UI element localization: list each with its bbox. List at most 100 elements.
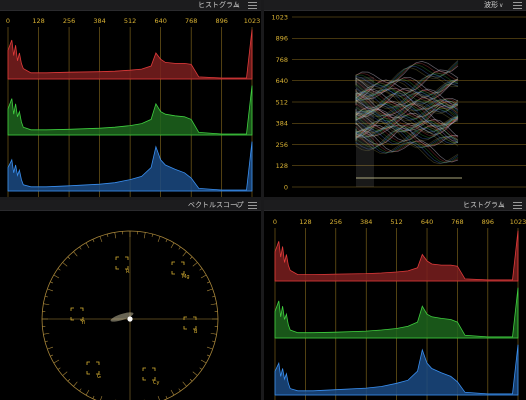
graticule-tick [79,388,82,392]
graticule-tick [100,395,103,400]
graticule-tick [206,281,210,284]
graticule-tick [44,340,48,343]
graticule-tick [47,346,54,350]
menu-icon[interactable] [513,2,522,9]
signal-center [127,316,133,322]
target-box [171,261,185,275]
tick-label: 384 [276,120,288,128]
tick-label: 512 [276,98,288,106]
graticule-tick [212,295,216,298]
graticule-tick [114,232,117,239]
waveform-panel: 波形 ∨ 1023 896 768 640 512 384 256 128 0 [264,0,526,197]
graticule-tick [206,346,213,350]
waveform-band [356,77,374,187]
tick-label: 512 [390,218,402,226]
menu-icon[interactable] [513,202,522,209]
graticule-tick [57,268,61,271]
graticule-tick [165,239,168,243]
target-box [70,307,84,321]
target-box [142,367,156,381]
tick-label: 256 [276,141,288,149]
graticule-tick [170,389,175,396]
tick-label: 768 [185,17,197,25]
target-label: B [194,329,198,335]
graticule-tick [157,236,161,243]
tick-label: 640 [421,218,433,226]
target-label: Cy [153,380,159,386]
histogram-panel-bottom: ヒストグラム ∨ 0 128 256 384 512 640 768 896 1023 [264,200,526,400]
graticule-tick [182,251,187,257]
chevron-down-icon[interactable]: ∨ [499,0,503,11]
graticule-tick [170,242,175,249]
graticule-tick [206,288,213,292]
panel-header: 波形 ∨ [264,0,526,11]
target-label: Mg [182,274,190,280]
menu-icon[interactable] [248,2,257,9]
target-label: G [97,374,101,380]
target-box [86,361,100,375]
tick-label: 896 [482,218,494,226]
graticule-tick [99,236,103,243]
graticule-tick [44,295,48,298]
graticule-tick [178,246,181,250]
graticule-tick [50,354,54,357]
graticule-tick [67,256,71,260]
tick-label: 384 [360,218,372,226]
tick-label: 128 [276,162,288,170]
target-box [115,256,129,270]
target-label: Yl [80,320,85,326]
graticule-tick [57,367,61,370]
graticule-tick [192,371,198,376]
tick-label: 1023 [244,17,261,25]
chevron-down-icon[interactable]: ∨ [500,200,504,211]
graticule-tick [151,233,154,237]
menu-icon[interactable] [248,202,257,209]
chevron-down-icon[interactable]: ∨ [235,200,239,211]
tick-label: 0 [273,218,277,226]
graticule-tick [206,354,210,357]
graticule-tick [53,359,60,364]
vectorscope-chart: R Mg B Cy G Yl [41,230,219,400]
panel-title: 波形 [484,1,498,9]
panel-title: ヒストグラム [198,1,240,9]
graticule-tick [200,274,207,279]
graticule-tick [79,246,82,250]
chevron-down-icon[interactable]: ∨ [235,0,239,11]
graticule-tick [73,251,78,257]
graticule-tick [62,371,68,376]
graticule-tick [43,332,50,335]
histogram-chart: 0 128 256 384 512 640 768 896 1023 [273,218,526,400]
tick-label: 128 [32,17,44,25]
graticule-tick [67,378,71,382]
tick-label: 128 [299,218,311,226]
tick-label: 0 [6,17,10,25]
graticule-tick [92,395,95,399]
graticule-tick [106,233,109,237]
tick-label: 0 [284,183,288,191]
graticule-tick [50,281,54,284]
graticule-tick [53,274,60,279]
graticule-tick [189,378,193,382]
graticule-tick [192,262,198,267]
graticule-tick [212,340,216,343]
tick-label: 512 [124,17,136,25]
tick-label: 256 [330,218,342,226]
graticule-tick [210,332,217,335]
tick-label: 384 [93,17,105,25]
panel-header: ヒストグラム ∨ [0,0,261,11]
graticule-tick [85,242,90,249]
graticule-tick [178,388,181,392]
tick-label: 896 [215,17,227,25]
graticule-tick [92,239,95,243]
graticule-tick [200,359,207,364]
panel-header: ヒストグラム ∨ [264,200,526,211]
graticule-tick [199,367,203,370]
tick-label: 256 [63,17,75,25]
tick-label: 768 [276,56,288,64]
histogram-chart: 0 128 256 384 512 640 768 896 1023 [6,17,261,197]
waveform-chart: 1023 896 768 640 512 384 256 128 0 [271,13,526,191]
graticule-tick [43,303,50,306]
tick-label: 640 [154,17,166,25]
tick-label: 1023 [510,218,526,226]
histogram-panel-top: ヒストグラム ∨ 0 128 256 384 512 640 768 896 1023 [0,0,261,197]
